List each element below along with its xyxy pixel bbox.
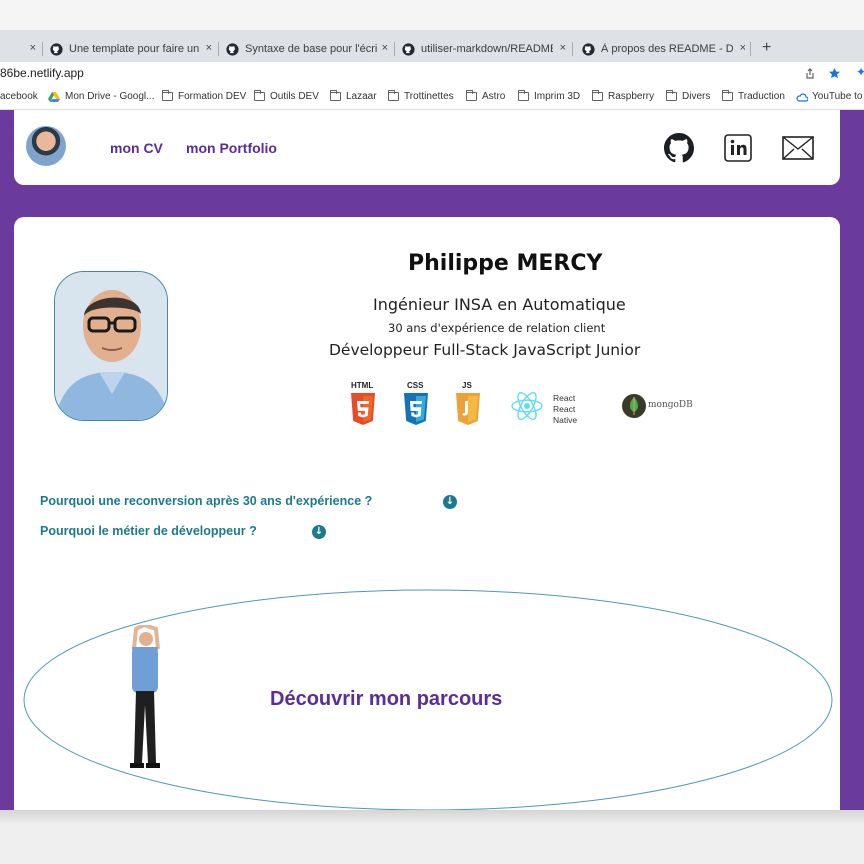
javascript-icon — [456, 393, 480, 425]
folder-icon — [254, 90, 265, 101]
tab-separator — [750, 42, 751, 56]
folder-icon — [722, 90, 733, 101]
discover-journey-button[interactable]: Découvrir mon parcours — [270, 688, 502, 711]
folder-icon — [518, 90, 529, 101]
tab-separator — [394, 42, 395, 56]
url-text[interactable]: 86be.netlify.app — [0, 66, 84, 80]
bookmarks-bar: acebook Mon Drive - Googl... Formation D… — [0, 86, 864, 110]
react-label: React — [553, 393, 576, 403]
html5-label: HTML — [351, 381, 374, 390]
bookmark-lazaar[interactable]: Lazaar — [330, 90, 377, 102]
bookmark-astro[interactable]: Astro — [466, 90, 505, 102]
arrow-down-icon[interactable]: ↓ — [312, 525, 326, 539]
profile-photo — [54, 271, 168, 421]
stretching-figure — [130, 625, 160, 768]
bookmark-formation[interactable]: Formation DEV — [162, 90, 246, 102]
extension-icon[interactable]: ✦ — [856, 65, 864, 79]
share-icon[interactable] — [804, 68, 816, 80]
tab-title: Syntaxe de base pour l'écriture — [245, 43, 377, 55]
browser-window: × Une template pour faire un joli × Synt… — [0, 30, 864, 810]
bookmark-star-icon[interactable] — [828, 67, 841, 80]
tab-close-icon[interactable]: × — [740, 42, 746, 54]
css3-label: CSS — [407, 381, 424, 390]
folder-icon — [666, 90, 677, 101]
tab-separator — [218, 42, 219, 56]
site-header: mon CV mon Portfolio — [14, 110, 840, 185]
bookmark-raspberry[interactable]: Raspberry — [592, 90, 654, 102]
question-developpeur[interactable]: Pourquoi le métier de développeur ? — [40, 524, 257, 538]
window-shadow — [0, 810, 864, 824]
react-native-label: React Native — [553, 404, 578, 425]
js-label: JS — [462, 381, 472, 390]
question-reconversion[interactable]: Pourquoi une reconversion après 30 ans d… — [40, 494, 372, 508]
profile-name: Philippe MERCY — [408, 251, 603, 276]
tab-close-icon[interactable]: × — [560, 42, 566, 54]
portrait-image — [55, 272, 167, 420]
outer-background-top — [0, 0, 864, 30]
tab-separator — [572, 42, 573, 56]
tab-readme[interactable]: utiliser-markdown/README.md × — [402, 36, 566, 62]
github-icon — [226, 42, 239, 56]
folder-icon — [388, 90, 399, 101]
mongodb-label: mongoDB — [648, 400, 693, 410]
tab-title: utiliser-markdown/README.md — [421, 43, 553, 55]
bookmark-divers[interactable]: Divers — [666, 90, 710, 102]
tab-apropos[interactable]: À propos des README - Docu × — [582, 36, 746, 62]
folder-icon — [466, 90, 477, 101]
arrow-down-icon[interactable]: ↓ — [443, 495, 457, 509]
mail-icon[interactable] — [782, 133, 814, 163]
outer-background-bottom — [0, 810, 864, 864]
tab-close-icon[interactable]: × — [382, 42, 388, 54]
react-icon — [511, 391, 543, 421]
tab-template[interactable]: Une template pour faire un joli × — [50, 36, 212, 62]
tab-title: À propos des README - Docu — [601, 43, 733, 55]
bookmark-outils[interactable]: Outils DEV — [254, 90, 319, 102]
bookmark-facebook[interactable]: acebook — [0, 91, 38, 102]
bookmark-drive[interactable]: Mon Drive - Googl... — [48, 91, 154, 102]
page-content: mon CV mon Portfolio Philippe MERCY Ingé… — [0, 110, 864, 810]
tab-close-icon[interactable]: × — [206, 42, 212, 54]
folder-icon — [162, 90, 173, 101]
linkedin-icon[interactable] — [724, 133, 752, 163]
nav-link-portfolio[interactable]: mon Portfolio — [186, 140, 277, 156]
folder-icon — [330, 90, 341, 101]
github-icon — [402, 42, 415, 56]
tab-title: Une template pour faire un joli — [69, 43, 201, 55]
new-tab-button[interactable]: + — [762, 39, 771, 57]
address-bar[interactable]: 86be.netlify.app ✦ — [0, 62, 864, 86]
github-icon[interactable] — [664, 133, 694, 163]
bookmark-traduction[interactable]: Traduction — [722, 90, 785, 102]
profile-experience: 30 ans d'expérience de relation client — [388, 321, 606, 335]
bookmark-youtube[interactable]: YouTube to M — [796, 91, 864, 102]
tab-strip: × Une template pour faire un joli × Synt… — [0, 30, 864, 62]
github-icon — [582, 42, 595, 56]
mongodb-icon — [622, 394, 646, 418]
nav-link-cv[interactable]: mon CV — [110, 140, 163, 156]
profile-degree: Ingénieur INSA en Automatique — [373, 295, 626, 314]
html5-icon — [351, 393, 375, 425]
tab-close-icon[interactable]: × — [30, 42, 36, 54]
tab-separator — [42, 42, 43, 56]
github-icon — [50, 42, 63, 56]
profile-card: Philippe MERCY Ingénieur INSA en Automat… — [14, 217, 840, 810]
tab-active[interactable]: × — [0, 36, 40, 62]
css3-icon — [404, 393, 428, 425]
bookmark-trottinettes[interactable]: Trottinettes — [388, 90, 454, 102]
cloud-icon — [796, 93, 808, 102]
avatar[interactable] — [26, 126, 66, 166]
bookmark-imprim3d[interactable]: Imprim 3D — [518, 90, 580, 102]
profile-role: Développeur Full-Stack JavaScript Junior — [329, 341, 641, 359]
folder-icon — [592, 90, 603, 101]
google-drive-icon — [48, 91, 60, 102]
tab-syntaxe[interactable]: Syntaxe de base pour l'écriture × — [226, 36, 388, 62]
